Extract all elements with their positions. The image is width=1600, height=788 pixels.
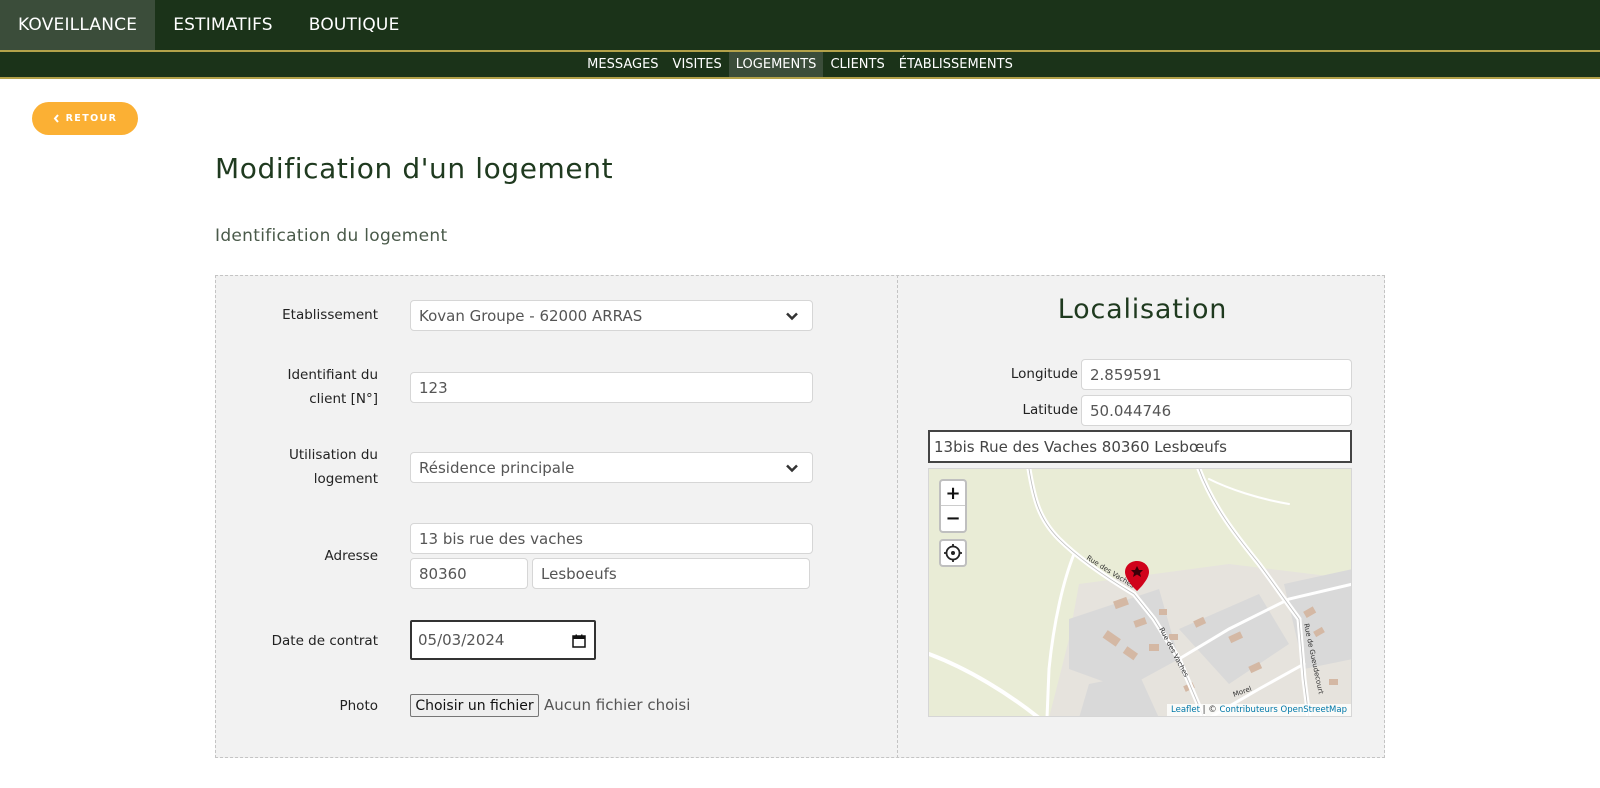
subnav-logements[interactable]: LOGEMENTS (728, 52, 824, 77)
subnav-messages[interactable]: MESSAGES (580, 52, 665, 77)
address-search-input[interactable]: 13bis Rue des Vaches 80360 Lesbœufs (928, 430, 1352, 463)
utilisation-value: Résidence principale (419, 458, 575, 477)
date-contrat-value: 05/03/2024 (418, 631, 505, 649)
etablissement-label: Etablissement (282, 307, 378, 323)
osm-link[interactable]: Contributeurs OpenStreetMap (1219, 705, 1347, 715)
adresse-postcode-value: 80360 (419, 564, 467, 583)
subnav-visites[interactable]: VISITES (666, 52, 729, 77)
adresse-city-input[interactable]: Lesboeufs (532, 558, 810, 589)
file-status: Aucun fichier choisi (544, 696, 691, 714)
zoom-control: + − (939, 479, 967, 533)
map-tiles: Rue des Vaches Rue des Vaches Rue de Gue… (929, 469, 1351, 716)
identifiant-label-line2: client [N°] (309, 391, 378, 407)
subnav-etablissements[interactable]: ÉTABLISSEMENTS (892, 52, 1020, 77)
adresse-city-value: Lesboeufs (541, 564, 617, 583)
latitude-value: 50.044746 (1090, 401, 1172, 420)
calendar-icon[interactable] (572, 634, 586, 648)
adresse-street-input[interactable]: 13 bis rue des vaches (410, 523, 813, 554)
zoom-out-button[interactable]: − (941, 506, 965, 531)
map-attribution: Leaflet | © Contributeurs OpenStreetMap (1167, 704, 1351, 716)
utilisation-label-line1: Utilisation du (288, 447, 378, 463)
identifiant-label-line1: Identifiant du (287, 367, 379, 383)
leaflet-link[interactable]: Leaflet (1171, 705, 1200, 715)
longitude-input[interactable]: 2.859591 (1081, 359, 1352, 390)
section-title: Identification du logement (215, 226, 448, 246)
utilisation-label: Utilisation du logement (218, 443, 378, 491)
subnav-clients[interactable]: CLIENTS (823, 52, 891, 77)
zoom-in-button[interactable]: + (941, 481, 965, 506)
main-nav: KOVEILLANCE ESTIMATIFS BOUTIQUE (0, 0, 1600, 50)
nav-boutique[interactable]: BOUTIQUE (291, 0, 418, 50)
choose-file-button[interactable]: Choisir un fichier (410, 694, 539, 717)
utilisation-select[interactable]: Résidence principale (410, 452, 813, 483)
identifiant-label: Identifiant du client [N°] (218, 363, 379, 411)
crosshair-icon (944, 544, 962, 562)
map[interactable]: Rue des Vaches Rue des Vaches Rue de Gue… (928, 468, 1352, 717)
adresse-label: Adresse (324, 548, 379, 564)
photo-label: Photo (339, 698, 378, 714)
back-button[interactable]: RETOUR (32, 102, 138, 135)
chevron-left-icon (53, 114, 59, 123)
adresse-postcode-input[interactable]: 80360 (410, 558, 528, 589)
attribution-separator: | © (1199, 705, 1220, 715)
identifiant-input[interactable]: 123 (410, 372, 813, 403)
etablissement-value: Kovan Groupe - 62000 ARRAS (419, 306, 643, 325)
latitude-label: Latitude (1022, 402, 1078, 418)
sub-nav: MESSAGES VISITES LOGEMENTS CLIENTS ÉTABL… (0, 50, 1600, 79)
nav-estimatifs[interactable]: ESTIMATIFS (155, 0, 291, 50)
localisation-title: Localisation (1057, 294, 1228, 325)
nav-koveillance[interactable]: KOVEILLANCE (0, 0, 156, 50)
date-contrat-label: Date de contrat (271, 633, 378, 649)
chevron-down-icon (786, 312, 798, 320)
back-button-label: RETOUR (65, 113, 118, 124)
chevron-down-icon (786, 464, 798, 472)
latitude-input[interactable]: 50.044746 (1081, 395, 1352, 426)
page-title: Modification d'un logement (215, 152, 614, 185)
etablissement-select[interactable]: Kovan Groupe - 62000 ARRAS (410, 300, 813, 331)
longitude-value: 2.859591 (1090, 365, 1162, 384)
date-contrat-input[interactable]: 05/03/2024 (410, 620, 596, 660)
utilisation-label-line2: logement (313, 471, 378, 487)
locate-button[interactable] (939, 539, 967, 567)
panel-divider (897, 275, 898, 758)
adresse-street-value: 13 bis rue des vaches (419, 529, 583, 548)
identifiant-value: 123 (419, 378, 448, 397)
address-search-value: 13bis Rue des Vaches 80360 Lesbœufs (934, 437, 1227, 456)
longitude-label: Longitude (1010, 366, 1078, 382)
